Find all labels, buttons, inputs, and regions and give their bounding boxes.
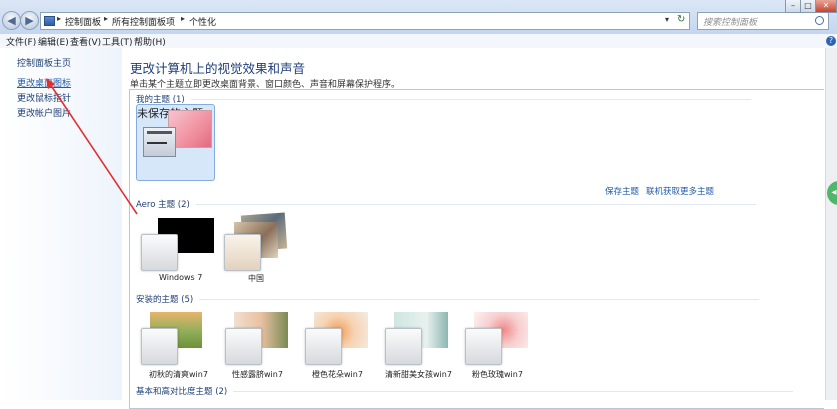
annotation-arrow [46,78,138,215]
